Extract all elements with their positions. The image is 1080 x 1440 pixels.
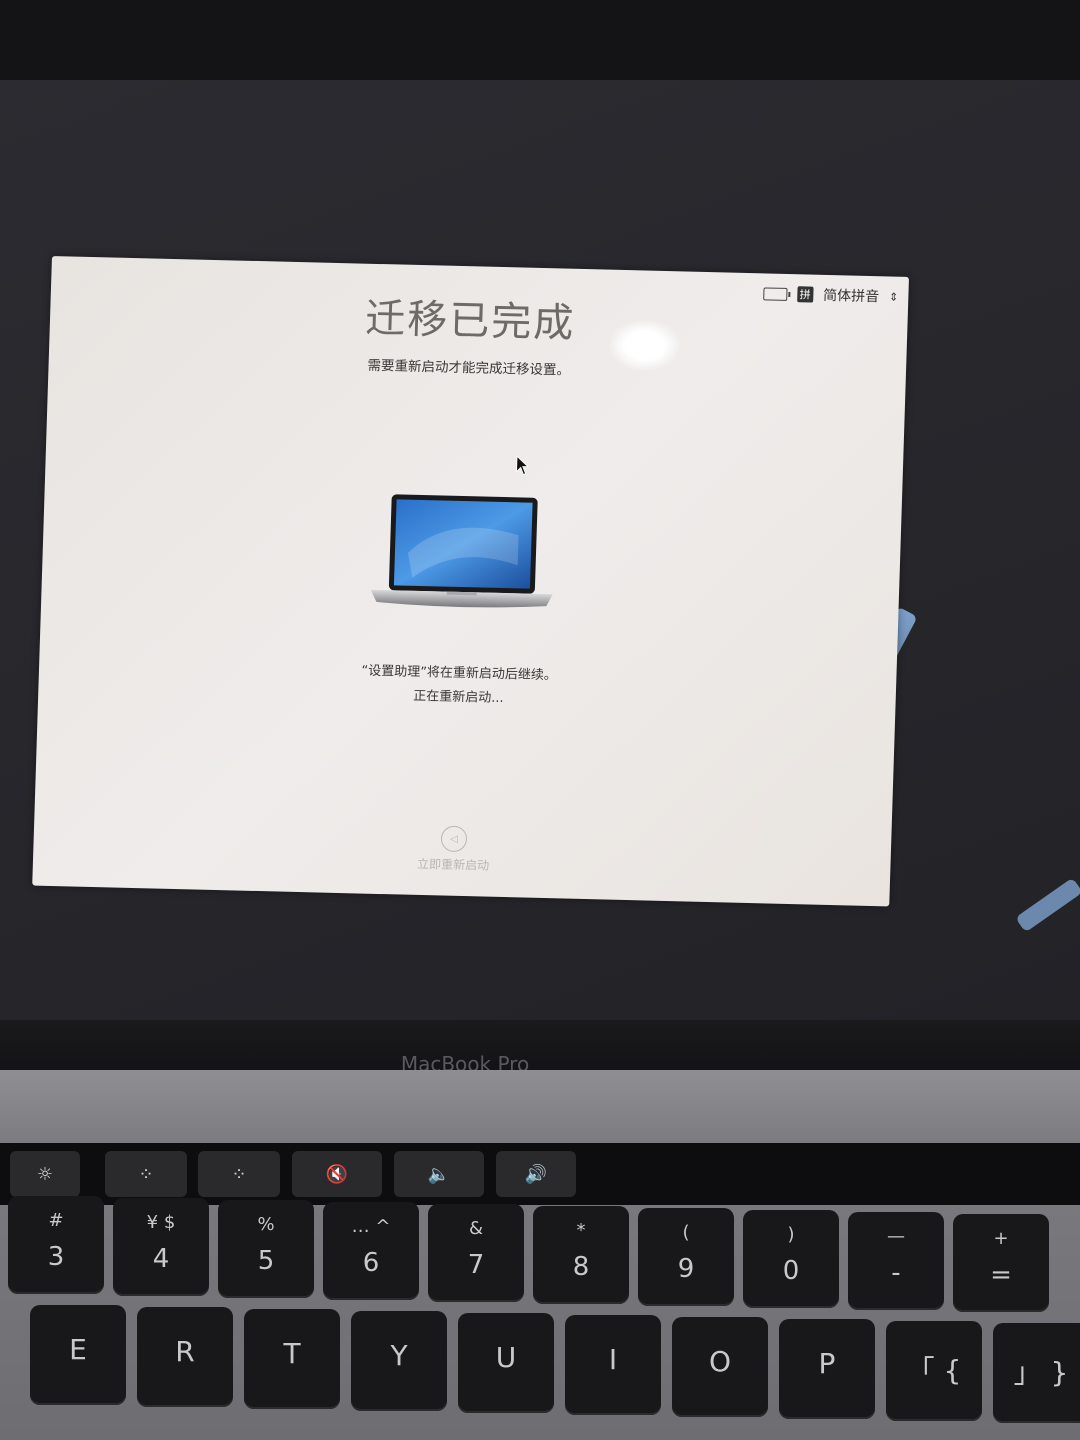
key-shift-label: ) [787,1224,795,1245]
key-shift-label: + [993,1228,1009,1249]
keyboard-brightness-down-icon[interactable]: ⁘ [105,1151,187,1197]
key-I[interactable]: I [565,1315,661,1415]
keyboard-brightness-up-icon[interactable]: ⁘ [198,1151,280,1197]
macbook-icon [370,494,553,608]
key-label: 4 [152,1244,170,1274]
top-bezel [0,0,1080,90]
battery-charging-icon [762,286,788,301]
page-title: 迁移已完成 [364,295,576,347]
key-shift-label: & [468,1218,484,1239]
key-label: Y [390,1339,408,1372]
key-P[interactable]: P [779,1319,875,1419]
migration-window: 拼 简体拼音 ⇕ 迁移已完成 需要重新启动才能完成迁移设置。 “设置助理”将在重… [32,256,909,907]
key-label: E [69,1333,87,1366]
key-label: 「 { [906,1354,962,1387]
key-label: 5 [257,1246,275,1276]
page-subtitle: 需要重新启动才能完成迁移设置。 [367,357,571,379]
key-7[interactable]: & 7 [428,1204,524,1302]
key-R[interactable]: R [137,1307,233,1407]
key-=[interactable]: + = [953,1214,1049,1312]
key-shift-label: — [887,1226,905,1247]
mouse-cursor-icon [516,455,529,476]
key-label: 8 [572,1252,590,1282]
key-label: 9 [677,1254,695,1284]
key-label: - [891,1258,901,1288]
key-label: = [990,1260,1012,1290]
key-shift-label: % [257,1214,275,1235]
brightness-icon[interactable]: ☼ [10,1151,80,1197]
key-shift-label: * [576,1220,586,1241]
key-6[interactable]: … ^ 6 [323,1202,419,1300]
key--[interactable]: — - [848,1212,944,1310]
restarting-status: 正在重新启动... [413,688,504,707]
key-T[interactable]: T [244,1309,340,1409]
key-label: 0 [782,1256,800,1286]
key-label: 7 [467,1250,485,1280]
key-4[interactable]: ¥ $ 4 [113,1198,209,1296]
key-label: T [283,1337,301,1370]
input-method-label[interactable]: 简体拼音 [823,285,880,306]
restart-message: “设置助理”将在重新启动后继续。 [361,663,558,684]
volume-down-icon[interactable]: 🔈 [394,1151,484,1197]
key-Y[interactable]: Y [351,1311,447,1411]
touch-bar: ☼ ⁘ ⁘ 🔇 🔈 🔊 [0,1143,1080,1205]
key-9[interactable]: (9 [638,1208,734,1306]
key-shift-label: # [48,1210,64,1231]
key-E[interactable]: E [30,1305,126,1405]
key-3[interactable]: #3 [8,1196,104,1294]
key-label: I [608,1343,618,1376]
key-shift-label: ¥ $ [146,1212,176,1233]
key-label: R [175,1335,195,1368]
key-8[interactable]: * 8 [533,1206,629,1304]
key-label: 6 [362,1248,380,1278]
status-bar: 拼 简体拼音 ⇕ [762,283,899,306]
chevron-updown-icon[interactable]: ⇕ [889,290,899,303]
key-O[interactable]: O [672,1317,768,1417]
mute-icon[interactable]: 🔇 [292,1151,382,1197]
key-label: 3 [47,1242,65,1272]
volume-up-icon[interactable]: 🔊 [496,1151,576,1197]
key-shift-label: … ^ [351,1216,391,1237]
restart-now-label: 立即重新启动 [416,856,490,873]
key-label: O [708,1345,732,1378]
back-arrow-icon: ◁ [440,825,468,853]
key-「{[interactable]: 「 { [886,1321,982,1421]
key-label: U [495,1341,517,1374]
input-method-icon[interactable]: 拼 [796,286,814,303]
key-label: 」 } [1013,1356,1069,1389]
key-shift-label: ( [682,1222,690,1243]
key-」}[interactable]: 」 } [993,1323,1080,1423]
key-5[interactable]: % 5 [218,1200,314,1298]
restart-now-button[interactable]: ◁ 立即重新启动 [393,824,515,887]
key-U[interactable]: U [458,1313,554,1413]
key-label: P [818,1347,836,1380]
key-0[interactable]: ) 0 [743,1210,839,1308]
